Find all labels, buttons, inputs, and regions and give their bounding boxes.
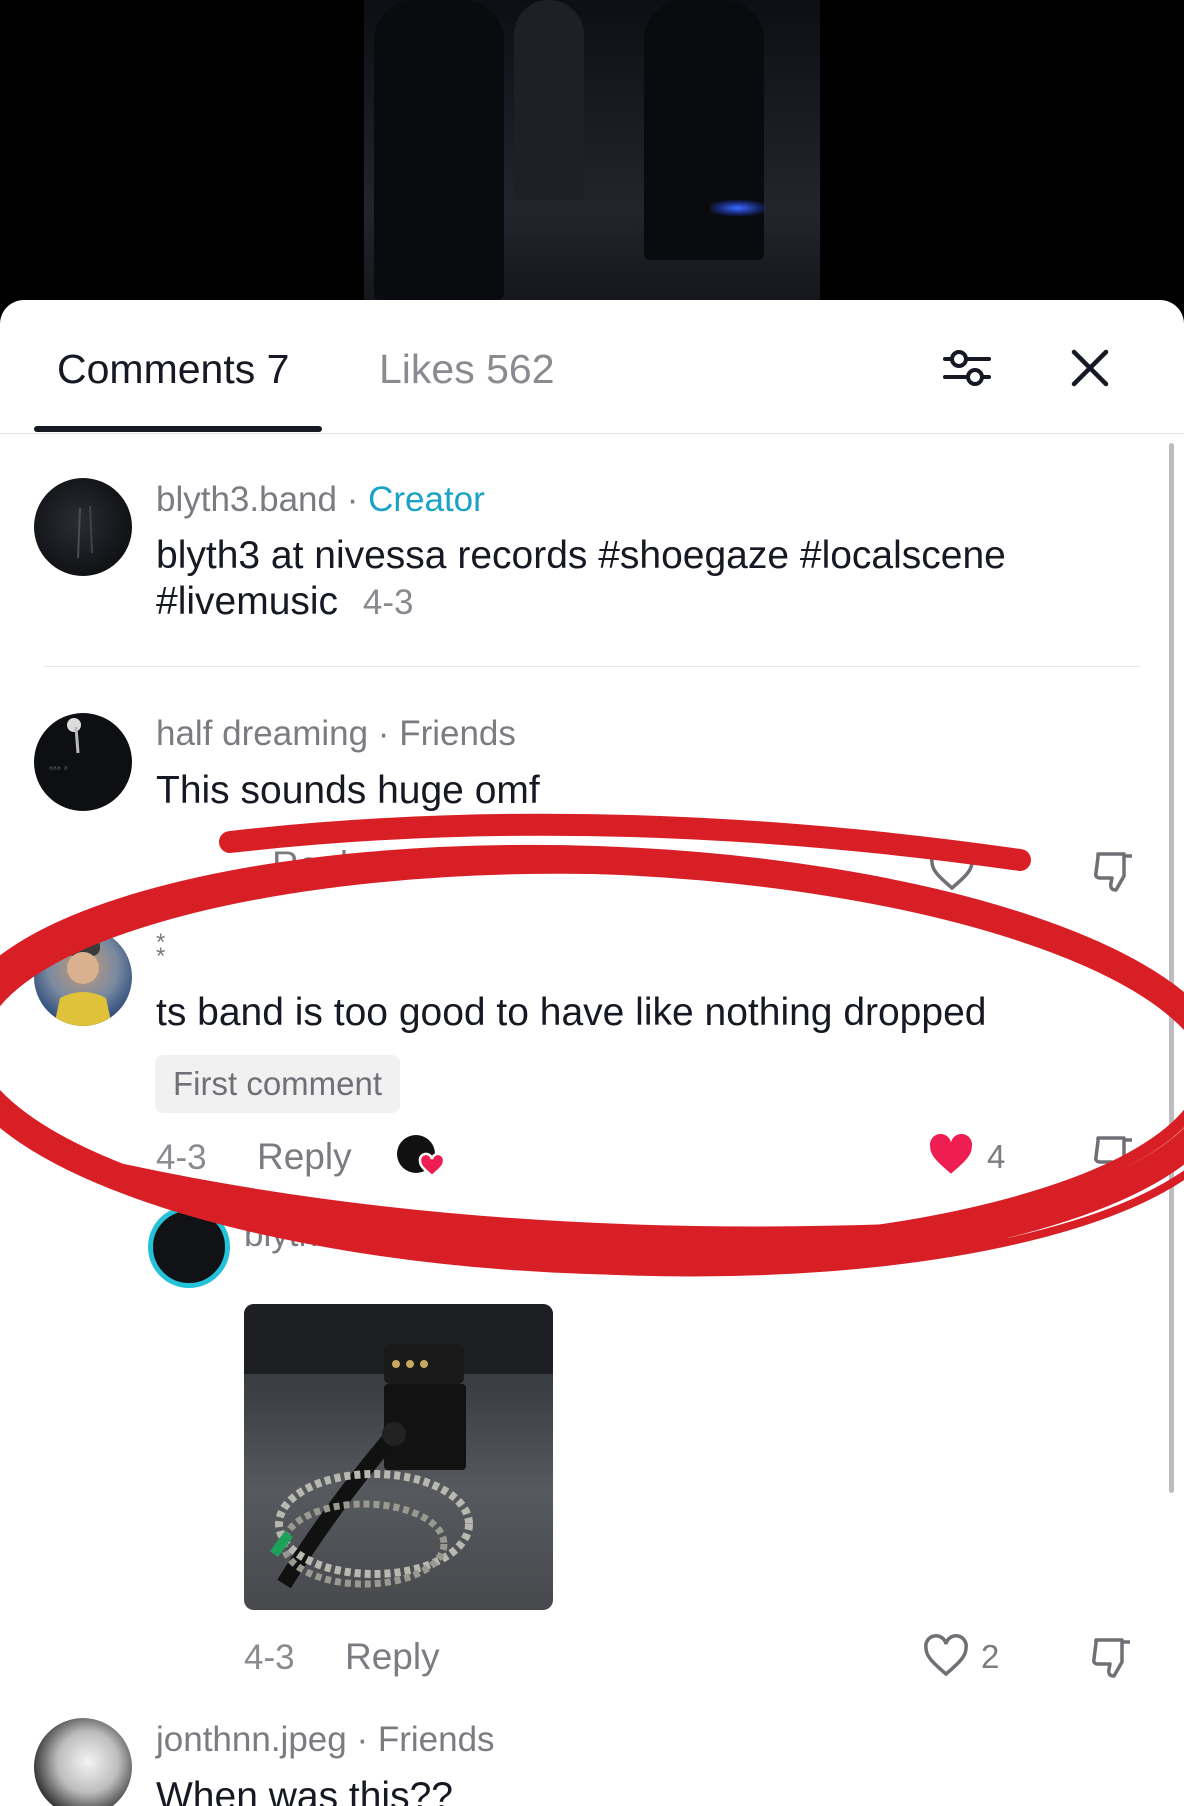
creator-avatar[interactable] bbox=[34, 478, 132, 576]
comment-username-2[interactable]: * * bbox=[156, 931, 165, 969]
sliders-icon bbox=[943, 350, 991, 386]
comment-text: This sounds huge omf bbox=[156, 769, 540, 812]
svg-text:ᵃᵃᵃ ᵃ: ᵃᵃᵃ ᵃ bbox=[49, 765, 68, 776]
first-comment-badge: First comment bbox=[155, 1055, 401, 1113]
comment-author-3[interactable]: jonthnn.jpeg · Friends bbox=[156, 1720, 495, 1760]
heart-outline-icon[interactable] bbox=[928, 848, 976, 892]
creator-liked-icon bbox=[397, 1135, 446, 1178]
scrollbar[interactable] bbox=[1169, 443, 1174, 1493]
reply-button-3[interactable]: Reply bbox=[345, 1636, 440, 1678]
commenter-avatar[interactable]: ᵃᵃᵃ ᵃ bbox=[34, 713, 132, 811]
reply-username[interactable]: blyth3.band bbox=[244, 1215, 425, 1254]
post-caption: blyth3 at nivessa records #shoegaze #loc… bbox=[156, 533, 1136, 626]
reply-creator-label: Creator bbox=[456, 1215, 573, 1254]
comment-author[interactable]: half dreaming · Friends bbox=[156, 714, 516, 754]
reply-photo[interactable] bbox=[244, 1304, 553, 1610]
creator-label: Creator bbox=[368, 480, 485, 519]
reply-like-count: 2 bbox=[981, 1638, 1000, 1675]
video-background bbox=[0, 0, 1184, 320]
post-username[interactable]: blyth3.band bbox=[156, 480, 337, 519]
comments-sheet: Comments 7 Likes 562 blyth3.band · Creat… bbox=[0, 300, 1184, 1806]
tab-likes[interactable]: Likes 562 bbox=[379, 346, 555, 393]
creator-reply-avatar[interactable] bbox=[148, 1206, 230, 1288]
comment-text-3: When was this?? bbox=[156, 1775, 453, 1806]
reply-button-2[interactable]: Reply bbox=[257, 1136, 352, 1178]
dislike-icon-3[interactable] bbox=[1088, 1634, 1136, 1682]
like-count: 4 bbox=[987, 1138, 1006, 1175]
caption-divider bbox=[44, 666, 1140, 667]
reply-date: 4-3 bbox=[244, 1638, 295, 1677]
heart-filled-icon[interactable] bbox=[926, 1132, 976, 1178]
relationship-label-3: Friends bbox=[377, 1720, 495, 1759]
close-icon bbox=[1071, 349, 1109, 387]
dislike-icon-2[interactable] bbox=[1090, 1132, 1138, 1180]
filter-button[interactable] bbox=[939, 340, 995, 396]
post-author[interactable]: blyth3.band · Creator bbox=[156, 480, 485, 520]
relationship-label: Friends bbox=[399, 714, 516, 753]
commenter-avatar-3[interactable] bbox=[34, 1718, 132, 1806]
post-date: 4-3 bbox=[362, 583, 414, 622]
dislike-icon[interactable] bbox=[1090, 848, 1138, 896]
comment-username-3[interactable]: jonthnn.jpeg bbox=[156, 1720, 347, 1759]
video-frame bbox=[364, 0, 820, 300]
post-caption-text: blyth3 at nivessa records #shoegaze #loc… bbox=[156, 534, 1006, 623]
active-tab-indicator bbox=[34, 426, 322, 432]
comment-username[interactable]: half dreaming bbox=[156, 714, 368, 753]
reply-author[interactable]: blyth3.band · Creator bbox=[244, 1215, 573, 1255]
comment-date: 4-3 bbox=[156, 1138, 207, 1177]
reply-button[interactable]: Reply bbox=[272, 844, 367, 886]
tab-comments[interactable]: Comments 7 bbox=[57, 346, 289, 393]
close-button[interactable] bbox=[1062, 340, 1118, 396]
heart-outline-icon-2[interactable] bbox=[922, 1634, 970, 1678]
commenter-avatar-2[interactable] bbox=[34, 928, 132, 1026]
comment-text-2: ts band is too good to have like nothing… bbox=[156, 991, 987, 1034]
tab-bar: Comments 7 Likes 562 bbox=[0, 300, 1184, 434]
